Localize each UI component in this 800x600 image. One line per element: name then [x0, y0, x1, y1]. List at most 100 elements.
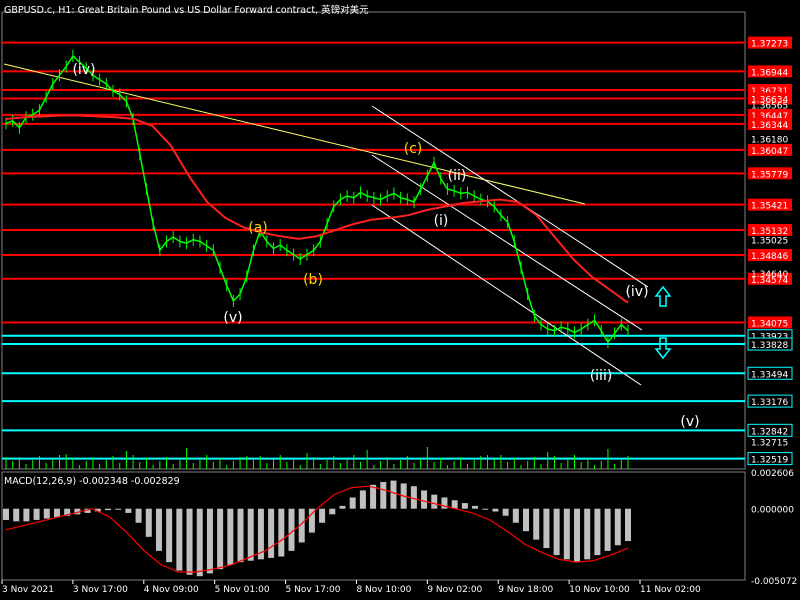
- chart-canvas[interactable]: 1.372731.369441.367311.366341.364471.363…: [0, 0, 800, 600]
- macd-y-tick-label: 0.002606: [751, 469, 794, 479]
- macd-histogram-bar: [217, 508, 224, 570]
- macd-histogram-bar: [43, 508, 50, 519]
- x-tick-label: 3 Nov 17:00: [73, 585, 128, 595]
- trendline: [3, 63, 586, 205]
- macd-histogram-bar: [319, 508, 326, 523]
- macd-histogram-bar: [461, 503, 468, 509]
- macd-y-tick-label: -0.005072: [751, 577, 797, 587]
- y-tick-label: 1.35025: [751, 236, 788, 246]
- wave-label: (v): [680, 414, 699, 430]
- macd-y-tick-label: 0.000000: [751, 506, 794, 516]
- wave-label: (a): [248, 220, 268, 236]
- macd-histogram-bar: [574, 508, 581, 563]
- wave-label: (i): [434, 213, 449, 229]
- x-tick-label: 9 Nov 18:00: [498, 585, 553, 595]
- macd-histogram-bar: [380, 481, 387, 509]
- channel-upper-line: [371, 105, 649, 288]
- y-tick-label: 1.32715: [751, 438, 788, 448]
- macd-histogram-bar: [278, 508, 285, 557]
- macd-histogram-bar: [533, 508, 540, 540]
- wave-label: (iv): [625, 284, 648, 300]
- resistance-price-label: 1.36944: [751, 68, 788, 78]
- macd-histogram-bar: [104, 508, 111, 511]
- x-tick-label: 5 Nov 01:00: [215, 585, 270, 595]
- macd-histogram-bar: [492, 508, 499, 512]
- macd-histogram-bar: [543, 508, 550, 549]
- wave-label: (ii): [448, 168, 467, 184]
- macd-histogram-bar: [584, 508, 591, 560]
- macd-histogram-bar: [390, 480, 397, 509]
- wave-label: (b): [303, 272, 323, 288]
- macd-histogram-bar: [472, 505, 479, 509]
- macd-histogram-bar: [410, 486, 417, 509]
- macd-histogram-bar: [512, 508, 519, 523]
- macd-histogram-bar: [451, 500, 458, 509]
- macd-histogram-bar: [166, 508, 173, 563]
- x-tick-label: 3 Nov 2021: [2, 585, 54, 595]
- support-price-label: 1.33828: [751, 341, 788, 351]
- macd-histogram-bar: [625, 508, 631, 542]
- macd-histogram-bar: [553, 508, 560, 556]
- macd-histogram-bar: [53, 508, 60, 518]
- macd-histogram-bar: [421, 490, 428, 509]
- macd-histogram-bar: [3, 508, 9, 520]
- macd-histogram-bar: [125, 508, 132, 513]
- macd-histogram-bar: [604, 508, 611, 551]
- resistance-price-label: 1.35779: [751, 170, 788, 180]
- macd-histogram-bar: [206, 508, 213, 574]
- x-tick-label: 5 Nov 17:00: [286, 585, 341, 595]
- channel-lower-line: [371, 204, 642, 386]
- macd-histogram-bar: [502, 508, 509, 516]
- macd-histogram-bar: [563, 508, 570, 560]
- macd-histogram-bar: [431, 494, 438, 509]
- macd-histogram-bar: [370, 484, 377, 509]
- macd-histogram-bar: [145, 508, 152, 537]
- resistance-price-label: 1.35421: [751, 202, 788, 212]
- resistance-price-label: 1.37273: [751, 40, 788, 50]
- macd-histogram-bar: [482, 508, 489, 510]
- macd-histogram-bar: [523, 508, 530, 532]
- support-price-label: 1.33494: [751, 370, 788, 380]
- wave-label: (iii): [590, 368, 613, 384]
- resistance-price-label: 1.36344: [751, 121, 788, 131]
- macd-histogram-bar: [329, 508, 336, 515]
- macd-histogram-bar: [614, 508, 621, 546]
- macd-histogram-bar: [594, 508, 601, 556]
- support-price-label: 1.33176: [751, 398, 788, 408]
- x-tick-label: 11 Nov 02:00: [640, 585, 701, 595]
- macd-histogram-bar: [237, 508, 244, 563]
- y-tick-label: 1.36180: [751, 135, 788, 145]
- resistance-price-label: 1.34846: [751, 252, 788, 262]
- macd-histogram-bar: [135, 508, 142, 523]
- macd-histogram-bar: [176, 508, 183, 571]
- support-price-label: 1.32519: [751, 456, 788, 466]
- up-arrow-icon: [654, 285, 672, 307]
- chart-title: GBPUSD.c, H1: Great Britain Pound vs US …: [4, 5, 369, 16]
- x-tick-label: 9 Nov 02:00: [427, 585, 482, 595]
- macd-histogram-bar: [196, 508, 203, 577]
- wave-label: (v): [223, 310, 242, 326]
- macd-histogram-bar: [247, 508, 254, 561]
- x-tick-label: 10 Nov 10:00: [569, 585, 630, 595]
- price-chart[interactable]: 1.37273 1.36944 1.36731 1.36634 1.36447 1.363…: [0, 0, 800, 600]
- down-arrow-icon: [654, 337, 672, 360]
- macd-histogram-bar: [339, 505, 346, 509]
- macd-histogram-bar: [359, 490, 366, 509]
- support-price-label: 1.32842: [751, 427, 788, 437]
- channel-mid-line: [371, 154, 643, 331]
- macd-indicator-label: MACD(12,26,9) -0.002348 -0.002829: [4, 476, 180, 487]
- y-tick-label: 1.36565: [751, 102, 788, 112]
- macd-histogram-bar: [268, 508, 275, 558]
- resistance-price-label: 1.36047: [751, 147, 788, 157]
- x-tick-label: 8 Nov 10:00: [356, 585, 411, 595]
- macd-histogram-bar: [349, 497, 356, 509]
- y-tick-label: 1.34640: [751, 270, 788, 280]
- wave-label: (iv): [72, 62, 95, 78]
- wave-label: (c): [404, 141, 423, 157]
- x-tick-label: 4 Nov 09:00: [144, 585, 199, 595]
- macd-histogram-bar: [33, 508, 40, 520]
- macd-histogram-bar: [23, 508, 30, 522]
- macd-histogram-bar: [155, 508, 162, 551]
- macd-histogram-bar: [227, 508, 234, 565]
- macd-histogram-bar: [186, 508, 193, 575]
